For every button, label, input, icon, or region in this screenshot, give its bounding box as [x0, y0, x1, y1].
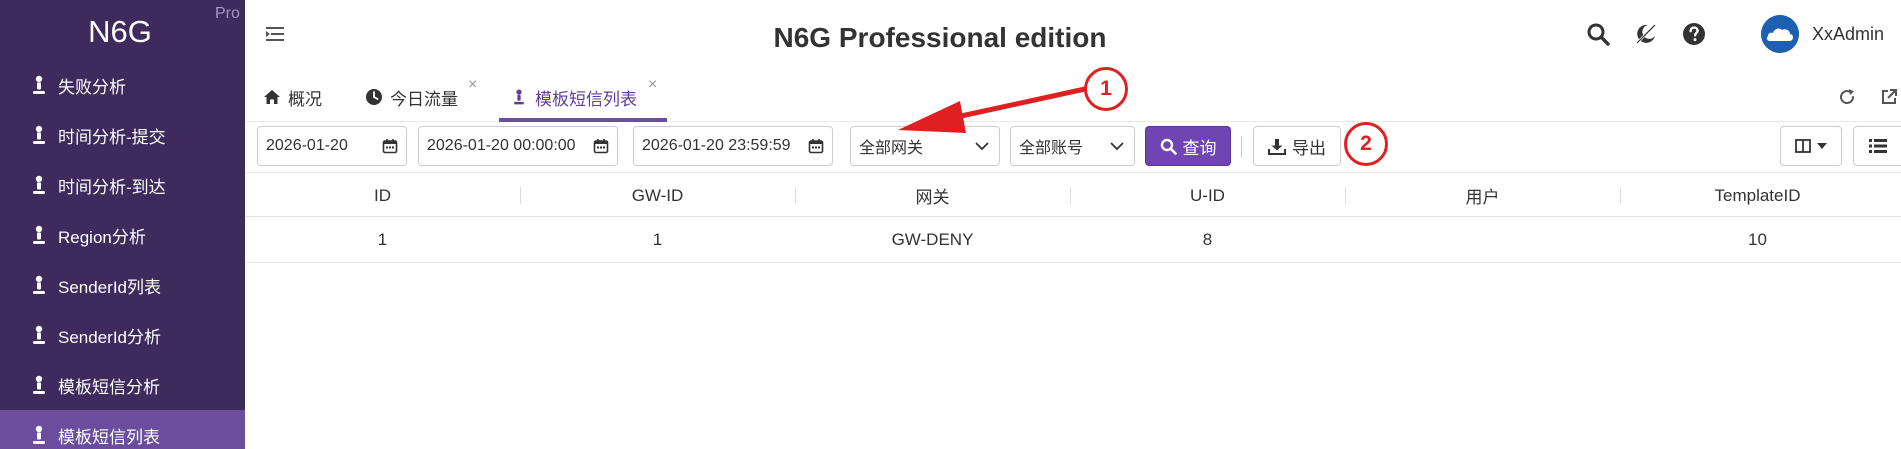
- chevron-down-icon: [975, 142, 989, 151]
- table-row[interactable]: 1 1 GW-DENY 8 10: [245, 217, 1901, 263]
- cloud-icon: [1761, 15, 1799, 53]
- table-cell: 10: [1748, 230, 1767, 249]
- theme-toggle-icon[interactable]: [1634, 22, 1658, 46]
- list-icon: [1868, 139, 1887, 153]
- table-cell: GW-DENY: [891, 230, 974, 249]
- sidebar: N6G Pro 失败分析 时间分析-提交 时间分析-到达 Region分析 Se…: [0, 0, 245, 449]
- sidebar-item-label: 时间分析-提交: [58, 127, 166, 147]
- person-icon: [33, 325, 45, 344]
- external-link-icon[interactable]: [1879, 87, 1899, 107]
- date-input[interactable]: 2026-01-20: [257, 126, 407, 166]
- tab-label: 今日流量: [390, 89, 458, 109]
- table-header: ID GW-ID 网关 U-ID 用户 TemplateID: [245, 172, 1901, 217]
- column-header-template-id[interactable]: TemplateID: [1620, 173, 1895, 218]
- list-view-button[interactable]: [1853, 126, 1901, 166]
- tab-close-icon[interactable]: ×: [648, 76, 657, 94]
- sidebar-item-label: 模板短信分析: [58, 377, 160, 397]
- toolbar-divider: [1241, 136, 1242, 158]
- sidebar-item-template-sms-list[interactable]: 模板短信列表: [0, 410, 245, 449]
- person-icon: [33, 125, 45, 144]
- calendar-icon: [808, 139, 824, 154]
- calendar-icon: [593, 139, 609, 154]
- brand-tag: Pro: [215, 5, 240, 22]
- date-value: 2026-01-20: [266, 137, 348, 154]
- person-icon: [33, 225, 45, 244]
- column-header-user[interactable]: 用户: [1345, 173, 1620, 218]
- search-icon[interactable]: [1586, 22, 1610, 46]
- export-button-label: 导出: [1292, 138, 1326, 158]
- tab-bar: 概况 今日流量 × 模板短信列表 ×: [245, 72, 1901, 122]
- search-icon: [1160, 138, 1177, 155]
- query-button[interactable]: 查询: [1145, 126, 1231, 166]
- person-icon: [33, 275, 45, 294]
- column-header-gw-id[interactable]: GW-ID: [520, 173, 795, 218]
- sidebar-item-label: 模板短信列表: [58, 427, 160, 447]
- sidebar-item-time-arrival[interactable]: 时间分析-到达: [0, 160, 245, 210]
- sidebar-item-senderid-list[interactable]: SenderId列表: [0, 260, 245, 310]
- caret-down-icon: [1817, 143, 1827, 149]
- query-button-label: 查询: [1182, 138, 1217, 158]
- brand: N6G Pro: [0, 0, 245, 64]
- person-icon: [33, 175, 45, 194]
- columns-toggle-button[interactable]: [1780, 126, 1842, 166]
- sidebar-item-template-sms-analysis[interactable]: 模板短信分析: [0, 360, 245, 410]
- help-icon[interactable]: [1682, 22, 1706, 46]
- table-cell: [1345, 217, 1620, 263]
- tab-template-sms-list[interactable]: 模板短信列表: [510, 72, 637, 122]
- table-cell: 8: [1202, 230, 1213, 249]
- column-header-gateway[interactable]: 网关: [795, 173, 1070, 218]
- gateway-select[interactable]: 全部网关: [850, 126, 1000, 166]
- person-icon: [33, 425, 45, 444]
- page-title: N6G Professional edition: [773, 22, 1107, 53]
- column-header-id[interactable]: ID: [245, 173, 520, 218]
- tab-close-icon[interactable]: ×: [468, 76, 477, 94]
- person-icon: [514, 89, 524, 105]
- sidebar-item-time-submit[interactable]: 时间分析-提交: [0, 110, 245, 160]
- sidebar-item-label: 时间分析-到达: [58, 177, 166, 197]
- clock-icon: [366, 89, 382, 105]
- top-header: N6G Professional edition XxAdmin: [245, 0, 1901, 72]
- sidebar-item-failure-analysis[interactable]: 失败分析: [0, 60, 245, 110]
- tab-label: 模板短信列表: [535, 89, 637, 109]
- person-icon: [33, 75, 45, 94]
- sidebar-item-senderid-analysis[interactable]: SenderId分析: [0, 310, 245, 360]
- export-button[interactable]: 导出: [1253, 126, 1341, 166]
- sidebar-item-label: SenderId分析: [58, 327, 161, 347]
- tab-overview[interactable]: 概况: [263, 72, 322, 122]
- start-time-value: 2026-01-20 00:00:00: [427, 137, 576, 154]
- account-select[interactable]: 全部账号: [1010, 126, 1135, 166]
- end-time-value: 2026-01-20 23:59:59: [642, 137, 791, 154]
- avatar[interactable]: [1761, 15, 1799, 53]
- tab-today-traffic[interactable]: 今日流量: [365, 72, 458, 122]
- filter-toolbar: 2026-01-20 2026-01-20 00:00:00 2026-01-2…: [245, 122, 1901, 172]
- end-time-input[interactable]: 2026-01-20 23:59:59: [633, 126, 833, 166]
- table-cell: 1: [652, 230, 663, 249]
- gateway-select-value: 全部网关: [859, 140, 924, 157]
- calendar-icon: [382, 139, 398, 154]
- start-time-input[interactable]: 2026-01-20 00:00:00: [418, 126, 618, 166]
- table-cell: 1: [377, 230, 388, 249]
- brand-name: N6G: [88, 14, 152, 49]
- sidebar-item-label: 失败分析: [58, 77, 126, 97]
- refresh-icon[interactable]: [1837, 87, 1857, 107]
- sidebar-item-label: SenderId列表: [58, 277, 161, 297]
- chevron-down-icon: [1110, 142, 1124, 151]
- account-select-value: 全部账号: [1019, 140, 1084, 157]
- person-icon: [33, 375, 45, 394]
- tab-label: 概况: [288, 89, 322, 109]
- sidebar-item-label: Region分析: [58, 227, 146, 247]
- download-icon: [1268, 138, 1286, 155]
- username[interactable]: XxAdmin: [1812, 24, 1884, 45]
- home-icon: [264, 90, 280, 104]
- column-header-u-id[interactable]: U-ID: [1070, 173, 1345, 218]
- columns-icon: [1795, 139, 1811, 153]
- sidebar-item-region-analysis[interactable]: Region分析: [0, 210, 245, 260]
